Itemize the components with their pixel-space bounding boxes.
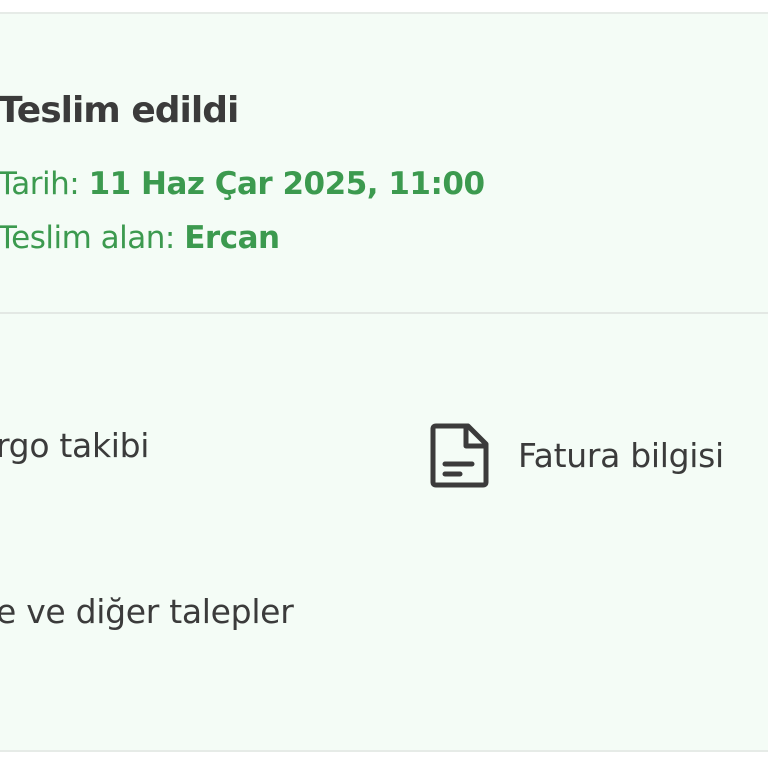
delivery-date-line: Tarih: 11 Haz Çar 2025, 11:00 xyxy=(0,166,485,202)
invoice-info-label: Fatura bilgisi xyxy=(518,435,724,475)
receiver-value: Ercan xyxy=(184,220,280,256)
delivery-date-label: Tarih: xyxy=(0,166,89,202)
returns-and-requests-link[interactable]: e ve diğer talepler xyxy=(0,592,294,631)
delivery-status-title: Teslim edildi xyxy=(0,90,239,131)
order-status-card: Teslim edildi Tarih: 11 Haz Çar 2025, 11… xyxy=(0,12,768,752)
document-icon xyxy=(430,423,489,488)
invoice-info-link[interactable]: Fatura bilgisi xyxy=(428,422,724,488)
delivery-status-section: Teslim edildi Tarih: 11 Haz Çar 2025, 11… xyxy=(0,14,768,314)
delivery-date-value: 11 Haz Çar 2025, 11:00 xyxy=(88,166,485,202)
receiver-label: Teslim alan: xyxy=(0,220,185,256)
cargo-tracking-link[interactable]: rgo takibi xyxy=(0,426,149,465)
receiver-line: Teslim alan: Ercan xyxy=(0,220,280,256)
